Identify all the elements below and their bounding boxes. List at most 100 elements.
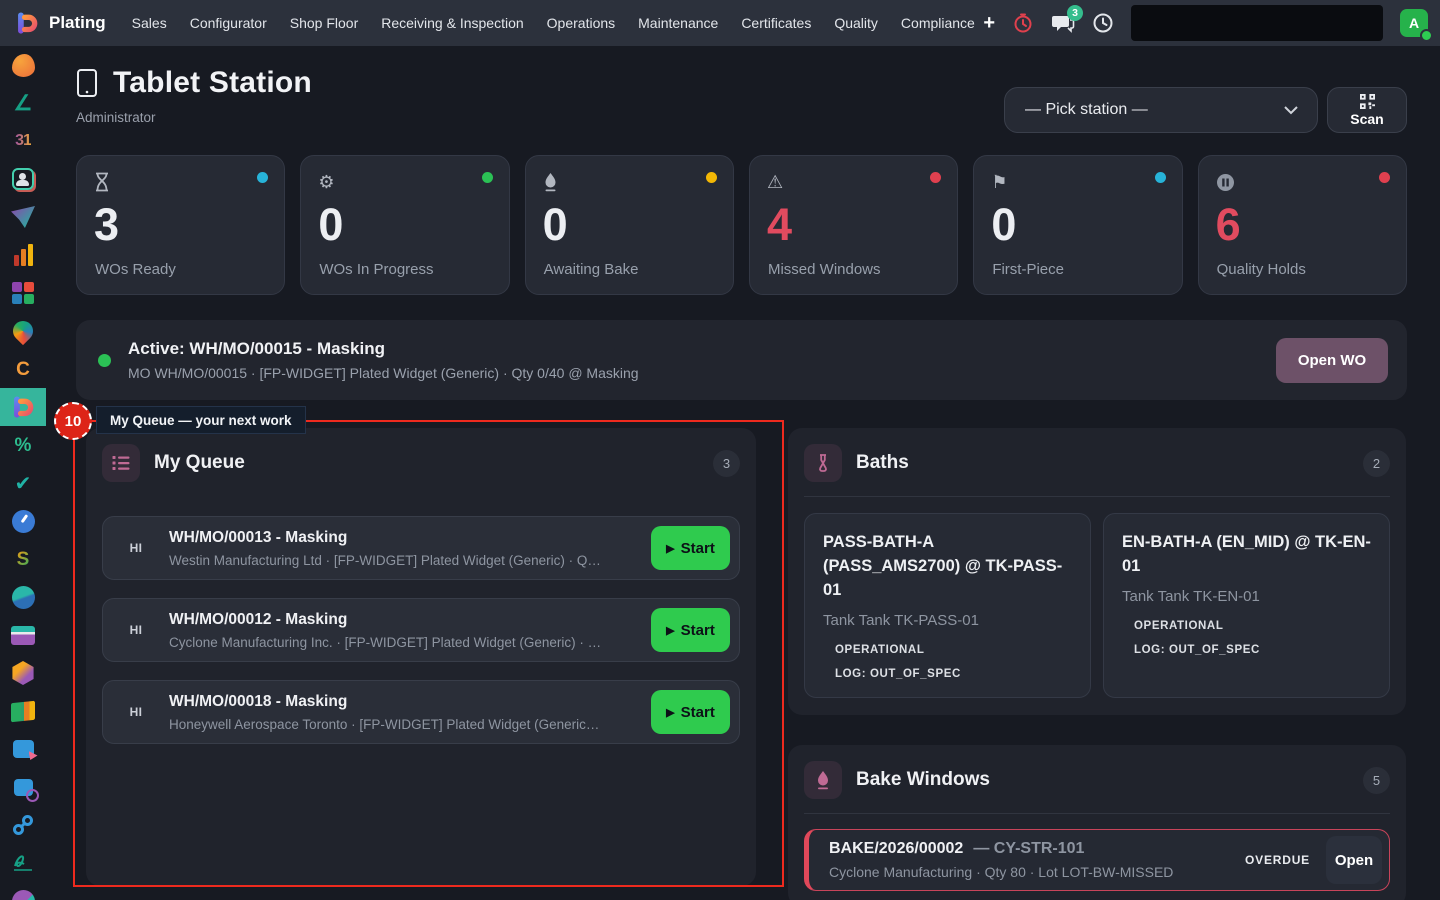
hexagon-icon [12,661,35,685]
kpi-wos-ready[interactable]: 3 WOs Ready [76,155,285,295]
qr-code-icon [1360,94,1375,109]
sidebar-item-knowledge[interactable]: ∠ [0,84,46,122]
open-bake-button[interactable]: Open [1326,836,1382,884]
start-button[interactable]: ▶ Start [651,526,730,570]
sidebar-item-graphs[interactable] [0,236,46,274]
hourglass-icon [94,171,267,193]
main-menu: Sales Configurator Shop Floor Receiving … [132,15,975,31]
dashboard-grid-icon [12,282,34,304]
user-avatar[interactable]: A [1400,9,1428,37]
sidebar-item-project[interactable] [0,730,46,768]
sidebar-item-discuss[interactable] [0,46,46,84]
menu-maintenance[interactable]: Maintenance [638,15,718,31]
kpi-awaiting-bake[interactable]: 0 Awaiting Bake [525,155,734,295]
top-navbar: Plating Sales Configurator Shop Floor Re… [0,0,1440,46]
sidebar-item-calendar[interactable]: 31 [0,122,46,160]
annotation-number-badge: 10 [54,402,92,440]
user-subtitle: Administrator [76,110,312,125]
status-dot [1155,172,1166,183]
contacts-icon [12,168,34,190]
flask-icon [804,444,842,482]
app-switcher[interactable]: Plating [14,10,106,36]
activities-clock-icon[interactable] [1092,12,1114,34]
open-wo-button[interactable]: Open WO [1276,338,1388,383]
status-dot [706,172,717,183]
menu-shop-floor[interactable]: Shop Floor [290,15,358,31]
bath-card[interactable]: PASS-BATH-A (PASS_AMS2700) @ TK-PASS-01 … [804,513,1091,698]
baths-count-badge: 2 [1363,450,1390,477]
bath-log: LOG: OUT_OF_SPEC [1134,644,1371,656]
bake-title: Bake Windows [856,769,990,791]
start-button[interactable]: ▶ Start [651,690,730,734]
sidebar-item-plating-active[interactable] [0,388,46,426]
kpi-label: Missed Windows [768,261,881,278]
sidebar-item-todo[interactable]: ✔ [0,464,46,502]
bake-subtitle: Cyclone Manufacturing · Qty 80 · Lot LOT… [829,864,1237,880]
kpi-first-piece[interactable]: ⚑ 0 First-Piece [973,155,1182,295]
clock-dial-icon [12,510,35,533]
plating-logo-icon [14,10,40,36]
station-picker-value: — Pick station — [1025,101,1148,119]
scan-label: Scan [1350,111,1383,127]
menu-sales[interactable]: Sales [132,15,167,31]
plus-icon[interactable]: + [983,13,995,33]
paper-plane-icon [11,206,35,228]
kpi-label: Quality Holds [1217,261,1306,278]
queue-item[interactable]: HI WH/MO/00018 - Masking Honeywell Aeros… [102,680,740,744]
apps-sidebar: ∠ 31 C % ✔ S [0,46,46,900]
sidebar-item-quality[interactable] [0,768,46,806]
bar-chart-icon [14,244,33,266]
bath-status: OPERATIONAL [1134,620,1371,632]
sidebar-item-studio[interactable]: S [0,540,46,578]
bake-count-badge: 5 [1363,767,1390,794]
bake-window-item[interactable]: BAKE/2026/00002 — CY-STR-101 Cyclone Man… [804,829,1390,891]
station-picker-select[interactable]: — Pick station — [1004,87,1318,133]
active-wo-title: Active: WH/MO/00015 - Masking [128,339,639,359]
kpi-label: First-Piece [992,261,1064,278]
pause-circle-icon [1216,171,1389,193]
timer-icon[interactable] [1012,12,1034,34]
kpi-missed-windows[interactable]: ⚠ 4 Missed Windows [749,155,958,295]
bath-tank: Tank Tank TK-PASS-01 [823,612,1072,629]
menu-operations[interactable]: Operations [547,15,615,31]
sidebar-item-crm[interactable]: C [0,350,46,388]
sidebar-item-website[interactable] [0,578,46,616]
messages-icon[interactable]: 3 [1051,12,1075,34]
sidebar-item-payroll[interactable] [0,616,46,654]
queue-item[interactable]: HI WH/MO/00012 - Masking Cyclone Manufac… [102,598,740,662]
sidebar-item-timeoff[interactable] [0,502,46,540]
kanban-icon [13,740,34,758]
sidebar-item-maps[interactable] [0,312,46,350]
sidebar-item-inventory[interactable] [0,654,46,692]
flame-icon [804,761,842,799]
sidebar-item-dashboards[interactable] [0,274,46,312]
menu-receiving-inspection[interactable]: Receiving & Inspection [381,15,523,31]
menu-certificates[interactable]: Certificates [741,15,811,31]
kpi-value: 0 [318,202,491,247]
sidebar-item-sales[interactable] [0,198,46,236]
wo-subtitle: Honeywell Aerospace Toronto · [FP-WIDGET… [169,717,639,732]
kpi-wos-in-progress[interactable]: ⚙ 0 WOs In Progress [300,155,509,295]
sidebar-item-contacts[interactable] [0,160,46,198]
kpi-quality-holds[interactable]: 6 Quality Holds [1198,155,1407,295]
start-button[interactable]: ▶ Start [651,608,730,652]
queue-count-badge: 3 [713,450,740,477]
avatar-initial: A [1409,15,1419,31]
flag-icon: ⚑ [991,171,1164,193]
scan-button[interactable]: Scan [1327,87,1407,133]
priority-badge: HI [103,541,169,555]
menu-compliance[interactable]: Compliance [901,15,975,31]
menu-quality[interactable]: Quality [834,15,878,31]
priority-badge: HI [103,705,169,719]
menu-configurator[interactable]: Configurator [190,15,267,31]
queue-item[interactable]: HI WH/MO/00013 - Masking Westin Manufact… [102,516,740,580]
knowledge-icon: ∠ [14,91,33,116]
sidebar-item-members[interactable] [0,882,46,900]
sidebar-item-links[interactable] [0,806,46,844]
sidebar-item-sign[interactable] [0,844,46,882]
bath-title: EN-BATH-A (EN_MID) @ TK-EN-01 [1122,531,1371,579]
sidebar-item-discounts[interactable]: % [0,426,46,464]
bath-card[interactable]: EN-BATH-A (EN_MID) @ TK-EN-01 Tank Tank … [1103,513,1390,698]
member-icon [12,890,35,900]
sidebar-item-accounting[interactable] [0,692,46,730]
